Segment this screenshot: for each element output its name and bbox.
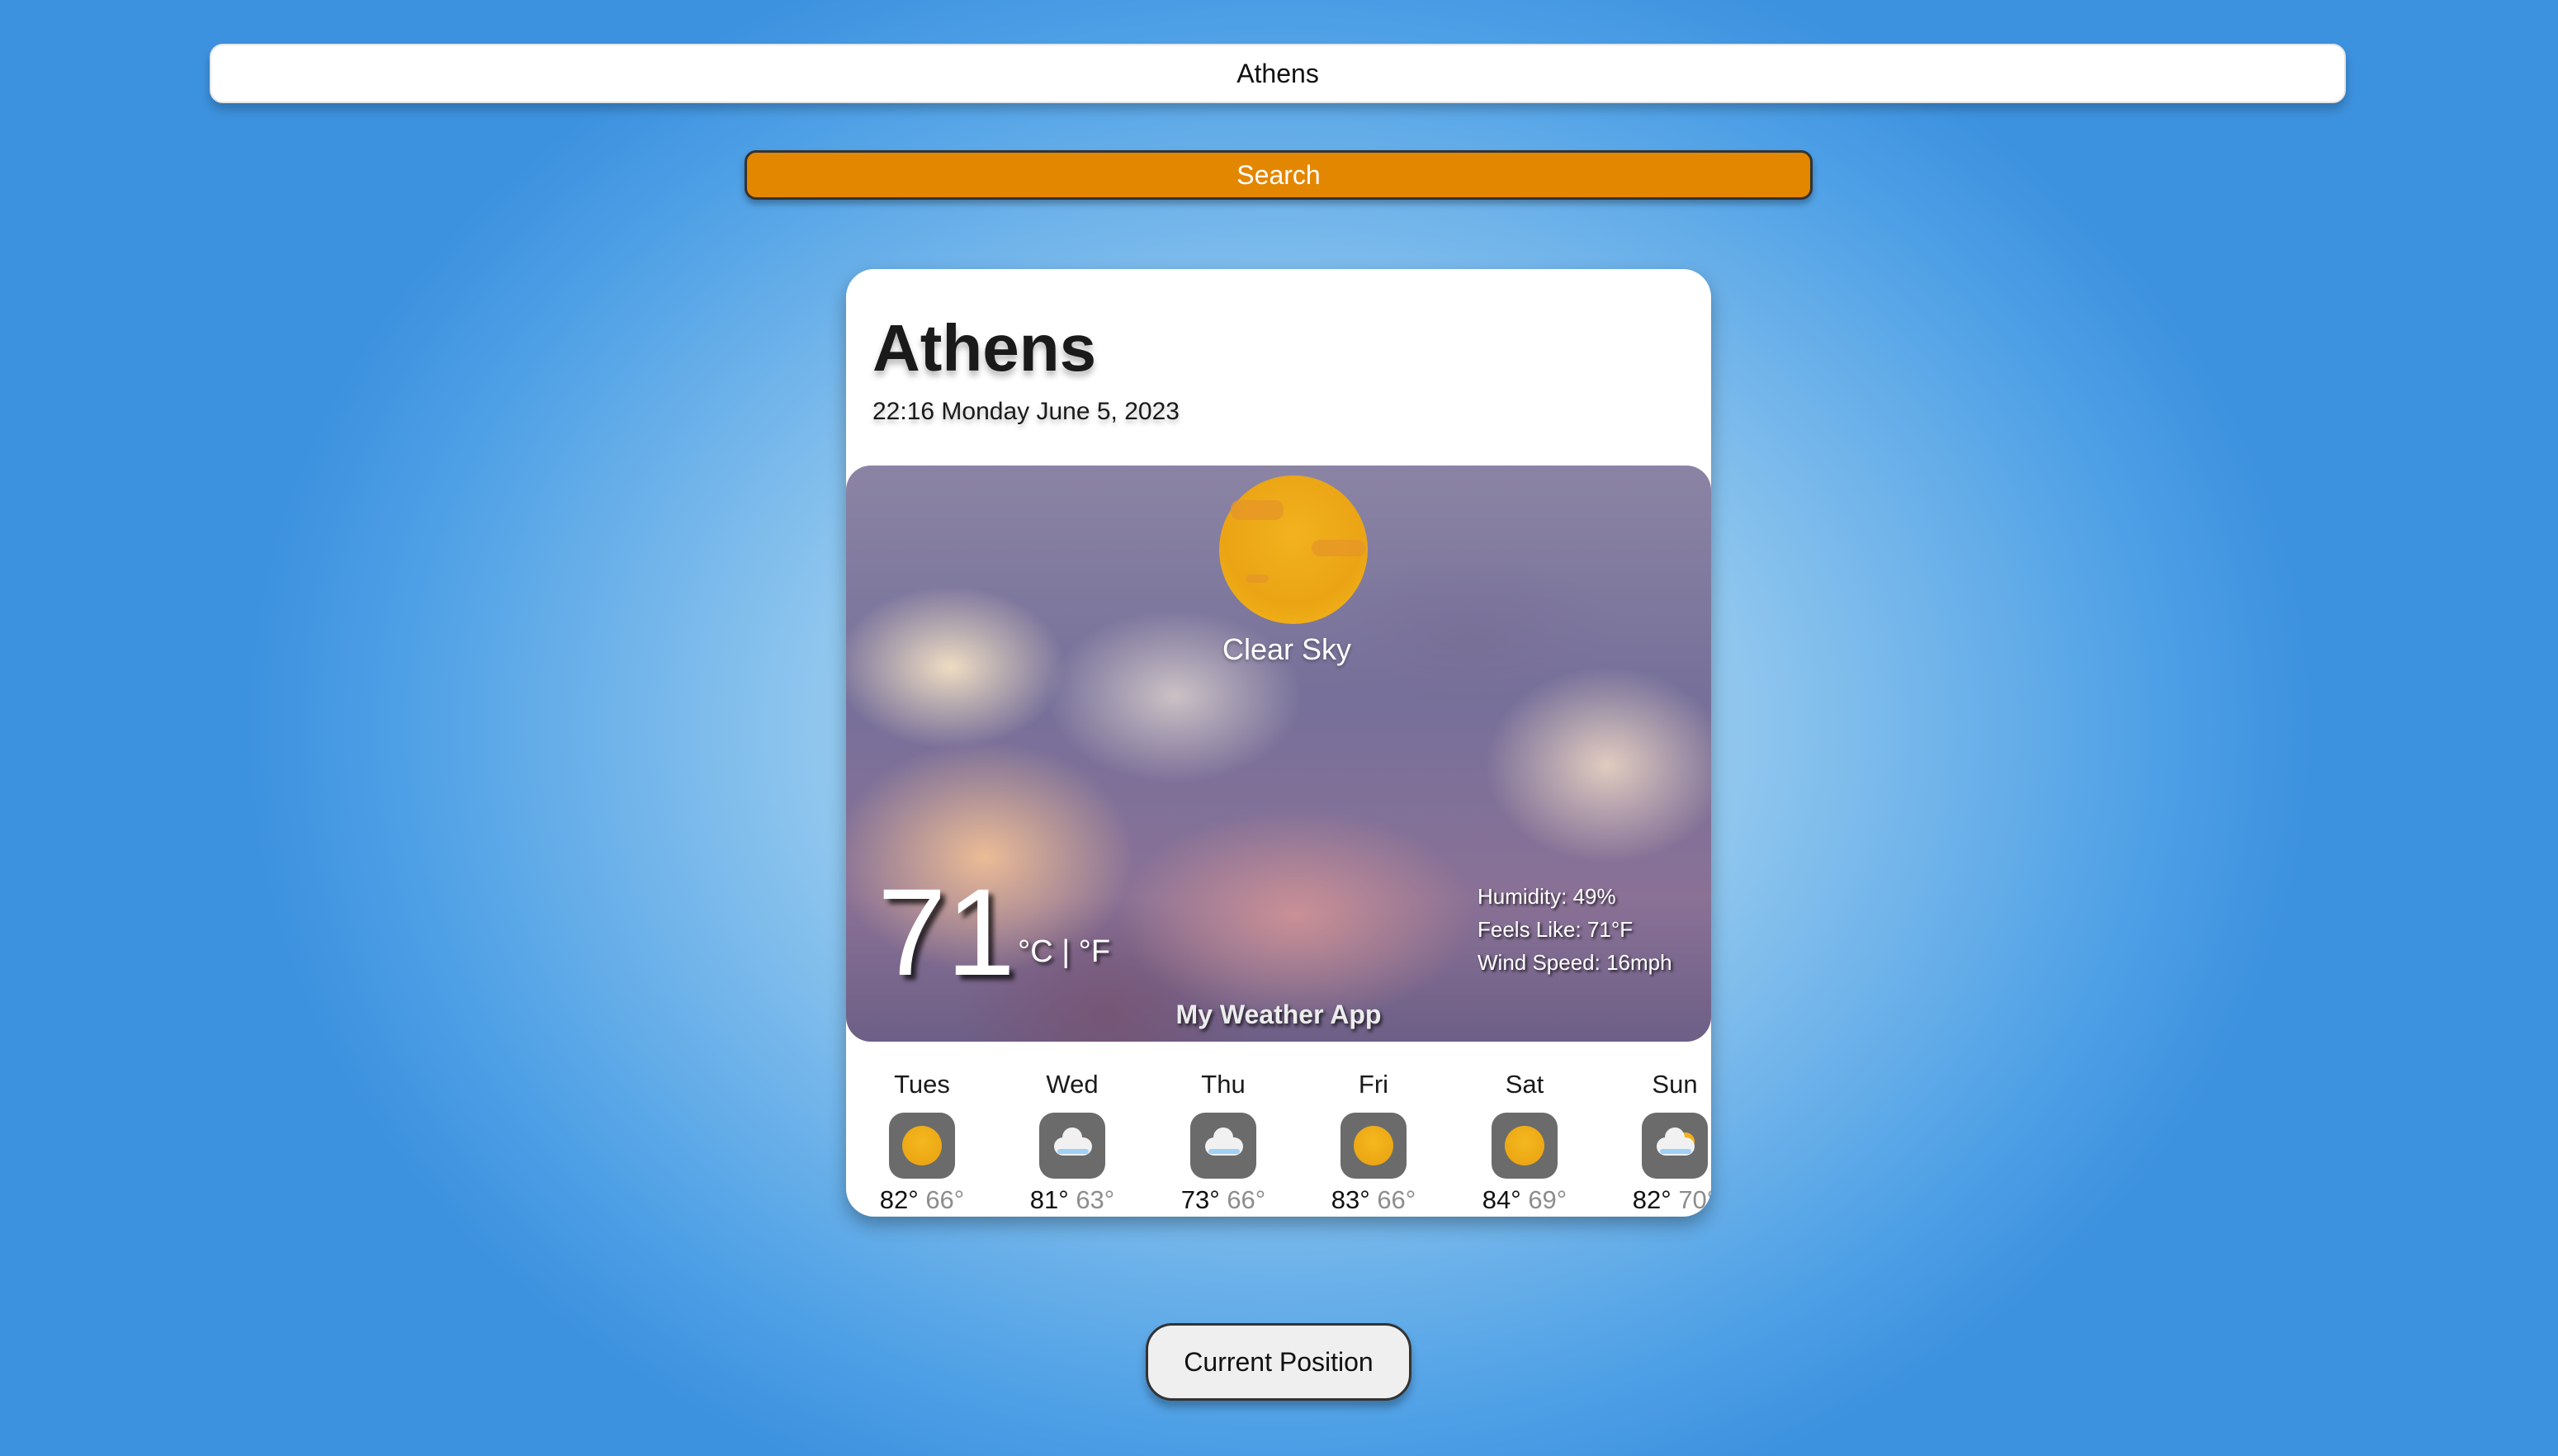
city-search-input[interactable] (210, 44, 2346, 103)
day-name: Fri (1358, 1070, 1389, 1099)
forecast-day: Thu 73° 66° (1161, 1070, 1285, 1215)
day-temperatures: 83° 66° (1312, 1185, 1435, 1215)
low-temp: 66° (1227, 1185, 1266, 1214)
current-temperature: 71 (877, 863, 1015, 1001)
high-temp: 84° (1482, 1185, 1521, 1214)
forecast-day: Fri 83° 66° (1312, 1070, 1435, 1215)
cloud-icon (1190, 1113, 1256, 1179)
forecast-day: Sun 82° 70° (1613, 1070, 1711, 1215)
day-name: Wed (1046, 1070, 1099, 1099)
feels-like: Feels Like: 71°F (1478, 917, 1634, 942)
high-temp: 83° (1331, 1185, 1370, 1214)
weather-stats: Humidity: 49% Feels Like: 71°F Wind Spee… (1478, 880, 1672, 979)
forecast-day: Sat 84° 69° (1463, 1070, 1586, 1215)
sun-icon (1219, 475, 1368, 624)
forecast-day: Wed 81° 63° (1010, 1070, 1134, 1215)
day-temperatures: 82° 66° (860, 1185, 984, 1215)
weather-card: Athens 22:16 Monday June 5, 2023 Clear S… (846, 269, 1711, 1217)
day-temperatures: 82° 70° (1613, 1185, 1711, 1215)
sun-icon (889, 1113, 955, 1179)
partly-cloudy-icon (1642, 1113, 1708, 1179)
forecast: Tues 82° 66° Wed 81° 63° Thu 73° 66° Fri… (846, 1070, 1711, 1214)
day-temperatures: 81° 63° (1010, 1185, 1134, 1215)
low-temp: 66° (925, 1185, 965, 1214)
sun-icon (1340, 1113, 1407, 1179)
wind-speed: Wind Speed: 16mph (1478, 950, 1672, 975)
low-temp: 69° (1528, 1185, 1567, 1214)
high-temp: 73° (1180, 1185, 1220, 1214)
date-time: 22:16 Monday June 5, 2023 (872, 398, 1180, 425)
day-name: Thu (1201, 1070, 1246, 1099)
search-button[interactable]: Search (745, 150, 1813, 200)
cloud-icon (1039, 1113, 1105, 1179)
weather-condition: Clear Sky (1222, 632, 1352, 666)
day-name: Sun (1652, 1070, 1698, 1099)
humidity: Humidity: 49% (1478, 884, 1616, 909)
day-temperatures: 84° 69° (1463, 1185, 1586, 1215)
day-name: Sat (1505, 1070, 1544, 1099)
high-temp: 81° (1029, 1185, 1069, 1214)
day-name: Tues (894, 1070, 950, 1099)
high-temp: 82° (879, 1185, 919, 1214)
low-temp: 66° (1377, 1185, 1416, 1214)
weather-hero-panel: Clear Sky 71 °C | °F Humidity: 49% Feels… (846, 466, 1711, 1042)
current-position-button[interactable]: Current Position (1146, 1323, 1411, 1401)
day-temperatures: 73° 66° (1161, 1185, 1285, 1215)
app-name: My Weather App (1175, 1000, 1382, 1029)
high-temp: 82° (1632, 1185, 1671, 1214)
sun-icon (1492, 1113, 1558, 1179)
low-temp: 63° (1076, 1185, 1115, 1214)
low-temp: 70° (1678, 1185, 1711, 1214)
forecast-day: Tues 82° 66° (860, 1070, 984, 1215)
city-name: Athens (872, 311, 1097, 385)
unit-toggle[interactable]: °C | °F (1018, 934, 1110, 970)
